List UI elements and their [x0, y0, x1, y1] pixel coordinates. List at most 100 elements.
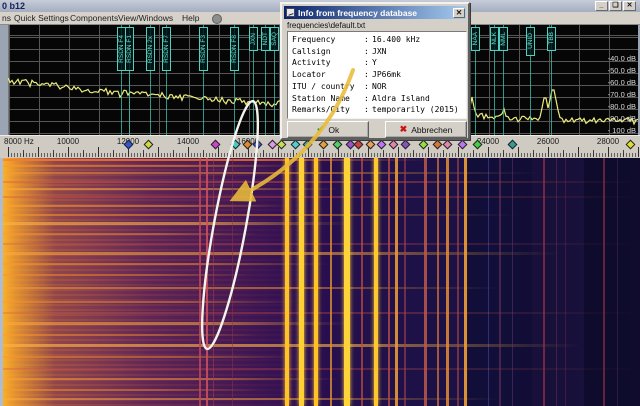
window-title: 0 b12 — [2, 1, 25, 11]
dialog-close-icon[interactable]: ✕ — [453, 8, 465, 18]
station-label-rsdn-f1[interactable]: RSDN F1 — [125, 27, 134, 71]
menu-item-components[interactable]: Components — [70, 13, 118, 24]
station-label-rsdn-f3[interactable]: RSDN F3 — [199, 27, 208, 71]
waterfall-signal-line — [361, 158, 363, 406]
station-label-nml[interactable]: NML — [499, 27, 508, 51]
waterfall-noise-streak — [0, 188, 340, 190]
check-icon: ✔ — [317, 124, 325, 135]
close-button[interactable]: ✕ — [623, 1, 636, 11]
waterfall-noise-streak — [0, 172, 540, 174]
station-label-tbb[interactable]: TBB — [547, 27, 556, 51]
waterfall-noise-streak — [0, 389, 260, 391]
station-info-box: Frequency:16.400 kHzCallsign:JXNActivity… — [287, 31, 467, 119]
frequency-file-label: frequencies\default.txt — [287, 21, 365, 30]
minimize-button[interactable]: _ — [595, 1, 608, 11]
restore-button[interactable]: ❏ — [609, 1, 622, 11]
station-label-naa[interactable]: NAA — [471, 27, 480, 51]
menu-item-help[interactable]: Help — [182, 13, 199, 24]
menu-item-ns[interactable]: ns — [2, 13, 11, 24]
waterfall-signal-line — [457, 158, 459, 406]
spectrum-lab-window: 0 b12 _❏✕ nsQuick SettingsComponentsView… — [0, 0, 640, 406]
menu-item-view-windows[interactable]: View/Windows — [118, 13, 173, 24]
station-label-ndt[interactable]: NDT — [261, 27, 270, 51]
waterfall-display[interactable] — [0, 158, 640, 406]
info-row-station-name: Station Name:Aldra Island — [292, 93, 466, 105]
frequency-info-dialog: Info from frequency database ✕ frequenci… — [280, 2, 470, 140]
waterfall-signal-line — [388, 158, 390, 406]
waterfall-signal-line — [556, 158, 557, 406]
waterfall-noise-streak — [0, 378, 340, 380]
db-label: -90.0 dB — [582, 114, 636, 123]
dialog-icon — [286, 8, 295, 17]
db-label: -60.0 dB — [582, 78, 636, 87]
waterfall-noise-streak — [0, 263, 330, 265]
waterfall-signal-line — [199, 158, 201, 406]
db-label: - 100 dB — [582, 126, 636, 135]
freq-label-14000: 14000 — [177, 137, 199, 146]
info-row-itu-country: ITU / country:NOR — [292, 81, 466, 93]
station-label-rsdn-2x[interactable]: RSDN 2x — [146, 27, 155, 71]
info-row-locator: Locator:JP66mk — [292, 69, 466, 81]
station-label-rsdn-f7[interactable]: RSDN F7 — [162, 27, 171, 71]
station-label-unid[interactable]: UNID — [526, 27, 535, 56]
waterfall-signal-line — [213, 158, 214, 406]
waterfall-signal-line — [395, 158, 398, 406]
waterfall-noise-streak — [0, 222, 350, 225]
waterfall-signal-line — [488, 158, 489, 406]
ok-button[interactable]: ✔ Ok — [287, 121, 369, 138]
waterfall-signal-line — [150, 158, 152, 406]
freq-label-10000: 10000 — [57, 137, 79, 146]
waterfall-signal-line — [464, 158, 467, 406]
x-icon: ✖ — [400, 124, 408, 135]
waterfall-signal-line — [499, 158, 501, 406]
waterfall-signal-line — [330, 158, 332, 406]
waterfall-noise-streak — [0, 344, 580, 347]
waterfall-noise-streak — [0, 233, 260, 235]
waterfall-signal-line — [565, 158, 566, 406]
db-label: -40.0 dB — [582, 54, 636, 63]
waterfall-signal-line — [512, 158, 513, 406]
waterfall-signal-line — [232, 158, 233, 406]
waterfall-signal-line — [173, 158, 174, 406]
waterfall-signal-line — [424, 158, 427, 406]
info-row-callsign: Callsign:JXN — [292, 46, 466, 58]
waterfall-signal-line — [314, 158, 318, 406]
dialog-title: Info from frequency database — [298, 8, 417, 18]
waterfall-signal-line — [206, 158, 208, 406]
waterfall-signal-line — [128, 158, 130, 406]
record-indicator-icon[interactable] — [212, 14, 222, 24]
freq-label-26000: 26000 — [537, 137, 559, 146]
waterfall-signal-line — [543, 158, 545, 406]
waterfall-signal-line — [285, 158, 289, 406]
window-controls: _❏✕ — [595, 1, 636, 11]
waterfall-signal-line — [344, 158, 350, 406]
waterfall-signal-line — [299, 158, 304, 406]
waterfall-noise-streak — [0, 252, 560, 255]
station-label-jxn[interactable]: JXN — [249, 27, 258, 51]
station-label-saq[interactable]: SAQ — [270, 27, 279, 51]
station-label-nlk[interactable]: NLK — [490, 27, 499, 51]
waterfall-signal-line — [404, 158, 406, 406]
waterfall-noise-streak — [0, 159, 430, 161]
waterfall-noise-streak — [0, 214, 520, 216]
waterfall-noise-streak — [0, 334, 260, 336]
waterfall-noise-streak — [0, 322, 350, 325]
menu-item-quick-settings[interactable]: Quick Settings — [14, 13, 69, 24]
waterfall-signal-line — [437, 158, 439, 406]
waterfall-signal-line — [603, 158, 605, 406]
db-label: -50.0 dB — [582, 66, 636, 75]
db-label: -70.0 dB — [582, 90, 636, 99]
db-label: -80.0 dB — [582, 102, 636, 111]
info-row-remarks-city: Remarks/City:temporarily (2015) — [292, 104, 466, 116]
window-left-border — [0, 158, 3, 406]
info-row-frequency: Frequency:16.400 kHz — [292, 34, 466, 46]
cancel-button[interactable]: ✖ Abbrechen — [385, 121, 467, 138]
waterfall-signal-line — [617, 158, 618, 406]
waterfall-signal-line — [374, 158, 378, 406]
waterfall-signal-line — [446, 158, 449, 406]
dialog-title-bar[interactable]: Info from frequency database ✕ — [284, 6, 466, 19]
freq-label-8000-hz: 8000 Hz — [4, 137, 34, 146]
station-label-rsdn-f8[interactable]: RSDN F8 — [230, 27, 239, 71]
freq-label-28000: 28000 — [597, 137, 619, 146]
waterfall-signal-line — [105, 158, 106, 406]
